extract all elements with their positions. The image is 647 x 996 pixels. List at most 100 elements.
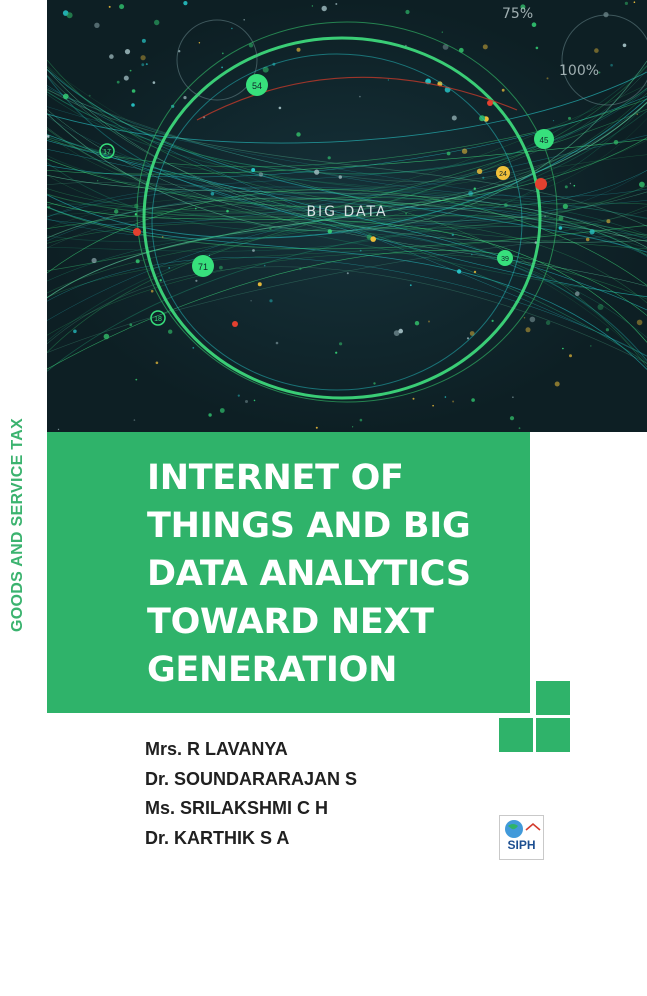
particle-dot	[250, 300, 252, 302]
particle-dot	[405, 9, 410, 15]
particle-dot	[335, 351, 338, 354]
percent-75-label: 75%	[502, 6, 533, 22]
particle-dot	[198, 42, 201, 44]
particle-dot	[314, 169, 320, 175]
big-data-illustration: 54 17 45 24 71 18 39 BIG DATA 75% 100%	[47, 0, 647, 432]
particle-dot	[398, 328, 404, 334]
decor-tile	[536, 718, 570, 752]
particle-dot	[569, 182, 572, 185]
particle-dot	[491, 319, 494, 322]
particle-dot	[405, 212, 407, 215]
particle-dot	[210, 192, 215, 196]
particle-dot	[97, 180, 99, 182]
particle-dot	[471, 398, 475, 402]
particle-dot	[569, 354, 572, 358]
particle-dot	[245, 400, 248, 403]
particle-dot	[613, 140, 619, 145]
cover-image-big-data: 54 17 45 24 71 18 39 BIG DATA 75% 100%	[47, 0, 647, 432]
particle-dot	[335, 3, 338, 5]
particle-dot	[562, 347, 564, 350]
node-45: 45	[534, 129, 554, 149]
particle-dot	[145, 63, 148, 66]
particle-dot	[558, 226, 563, 230]
particle-dot	[134, 203, 139, 209]
particle-dot	[636, 113, 638, 116]
particle-dot	[476, 168, 483, 174]
percent-100-label: 100%	[559, 63, 599, 79]
particle-dot	[482, 44, 488, 50]
particle-dot	[535, 46, 539, 50]
particle-dot	[168, 329, 173, 334]
particle-dot	[269, 227, 272, 230]
title-line: DATA ANALYTICS	[147, 554, 471, 594]
particle-dot	[321, 5, 327, 12]
particle-dot	[251, 168, 256, 172]
side-label: GOODS AND SERVICE TAX	[9, 417, 26, 632]
particle-dot	[456, 269, 462, 274]
author-name: Mrs. R LAVANYA	[145, 739, 288, 759]
particle-dot	[573, 184, 576, 187]
svg-text:71: 71	[198, 262, 208, 272]
particle-dot	[221, 52, 224, 55]
particle-dot	[338, 175, 342, 179]
particle-dot	[359, 95, 361, 98]
particle-dot	[131, 89, 136, 93]
particle-dot	[155, 361, 159, 365]
particle-dot	[135, 259, 140, 264]
particle-dot	[594, 48, 599, 53]
particle-dot	[352, 426, 354, 428]
particle-dot	[192, 347, 195, 349]
particle-dot	[263, 264, 266, 267]
particle-dot	[451, 233, 454, 236]
particle-dot	[73, 329, 77, 334]
title-line: THINGS AND BIG	[147, 506, 471, 546]
particle-dot	[133, 419, 136, 421]
particle-dot	[119, 4, 125, 10]
particle-dot	[564, 185, 568, 189]
particle-dot	[414, 321, 420, 326]
particle-dot	[168, 267, 171, 269]
title-block: INTERNET OF THINGS AND BIG DATA ANALYTIC…	[47, 432, 530, 713]
particle-dot	[135, 378, 138, 381]
particle-dot	[624, 1, 629, 5]
author-list: Mrs. R LAVANYA Dr. SOUNDARARAJAN S Ms. S…	[145, 735, 357, 853]
particle-dot	[116, 80, 120, 84]
decor-tile	[499, 718, 533, 752]
particle-dot	[221, 66, 224, 69]
particle-dot	[373, 382, 376, 385]
particle-dot	[327, 229, 332, 234]
particle-dot	[88, 94, 91, 97]
particle-dot	[412, 397, 415, 400]
particle-dot	[296, 47, 301, 52]
particle-dot	[590, 345, 592, 347]
particle-dot	[558, 215, 564, 221]
title-line: INTERNET OF	[147, 458, 404, 498]
particle-dot	[531, 22, 537, 28]
author-name: Dr. KARTHIK S A	[145, 827, 290, 848]
particle-dot	[387, 79, 390, 81]
particle-dot	[468, 191, 473, 196]
particle-dot	[296, 132, 301, 137]
particle-dot	[525, 327, 531, 333]
particle-dot	[269, 299, 273, 303]
particle-dot	[252, 249, 255, 252]
particle-dot	[471, 253, 473, 256]
red-node-tiny	[232, 321, 238, 327]
particle-dot	[219, 265, 223, 270]
particle-dot	[226, 209, 229, 213]
particle-dot	[183, 96, 187, 100]
particle-dot	[154, 19, 160, 26]
particle-dot	[585, 237, 590, 242]
particle-dot	[91, 257, 97, 264]
title-line: TOWARD NEXT	[147, 602, 434, 642]
particle-dot	[512, 396, 514, 399]
particle-dot	[444, 396, 447, 398]
particle-dot	[208, 254, 211, 256]
red-node	[535, 178, 547, 190]
particle-dot	[545, 320, 551, 325]
particle-dot	[278, 106, 282, 110]
particle-dot	[183, 1, 188, 6]
node-54: 54	[246, 74, 268, 96]
particle-dot	[606, 219, 611, 224]
particle-dot	[253, 399, 256, 402]
